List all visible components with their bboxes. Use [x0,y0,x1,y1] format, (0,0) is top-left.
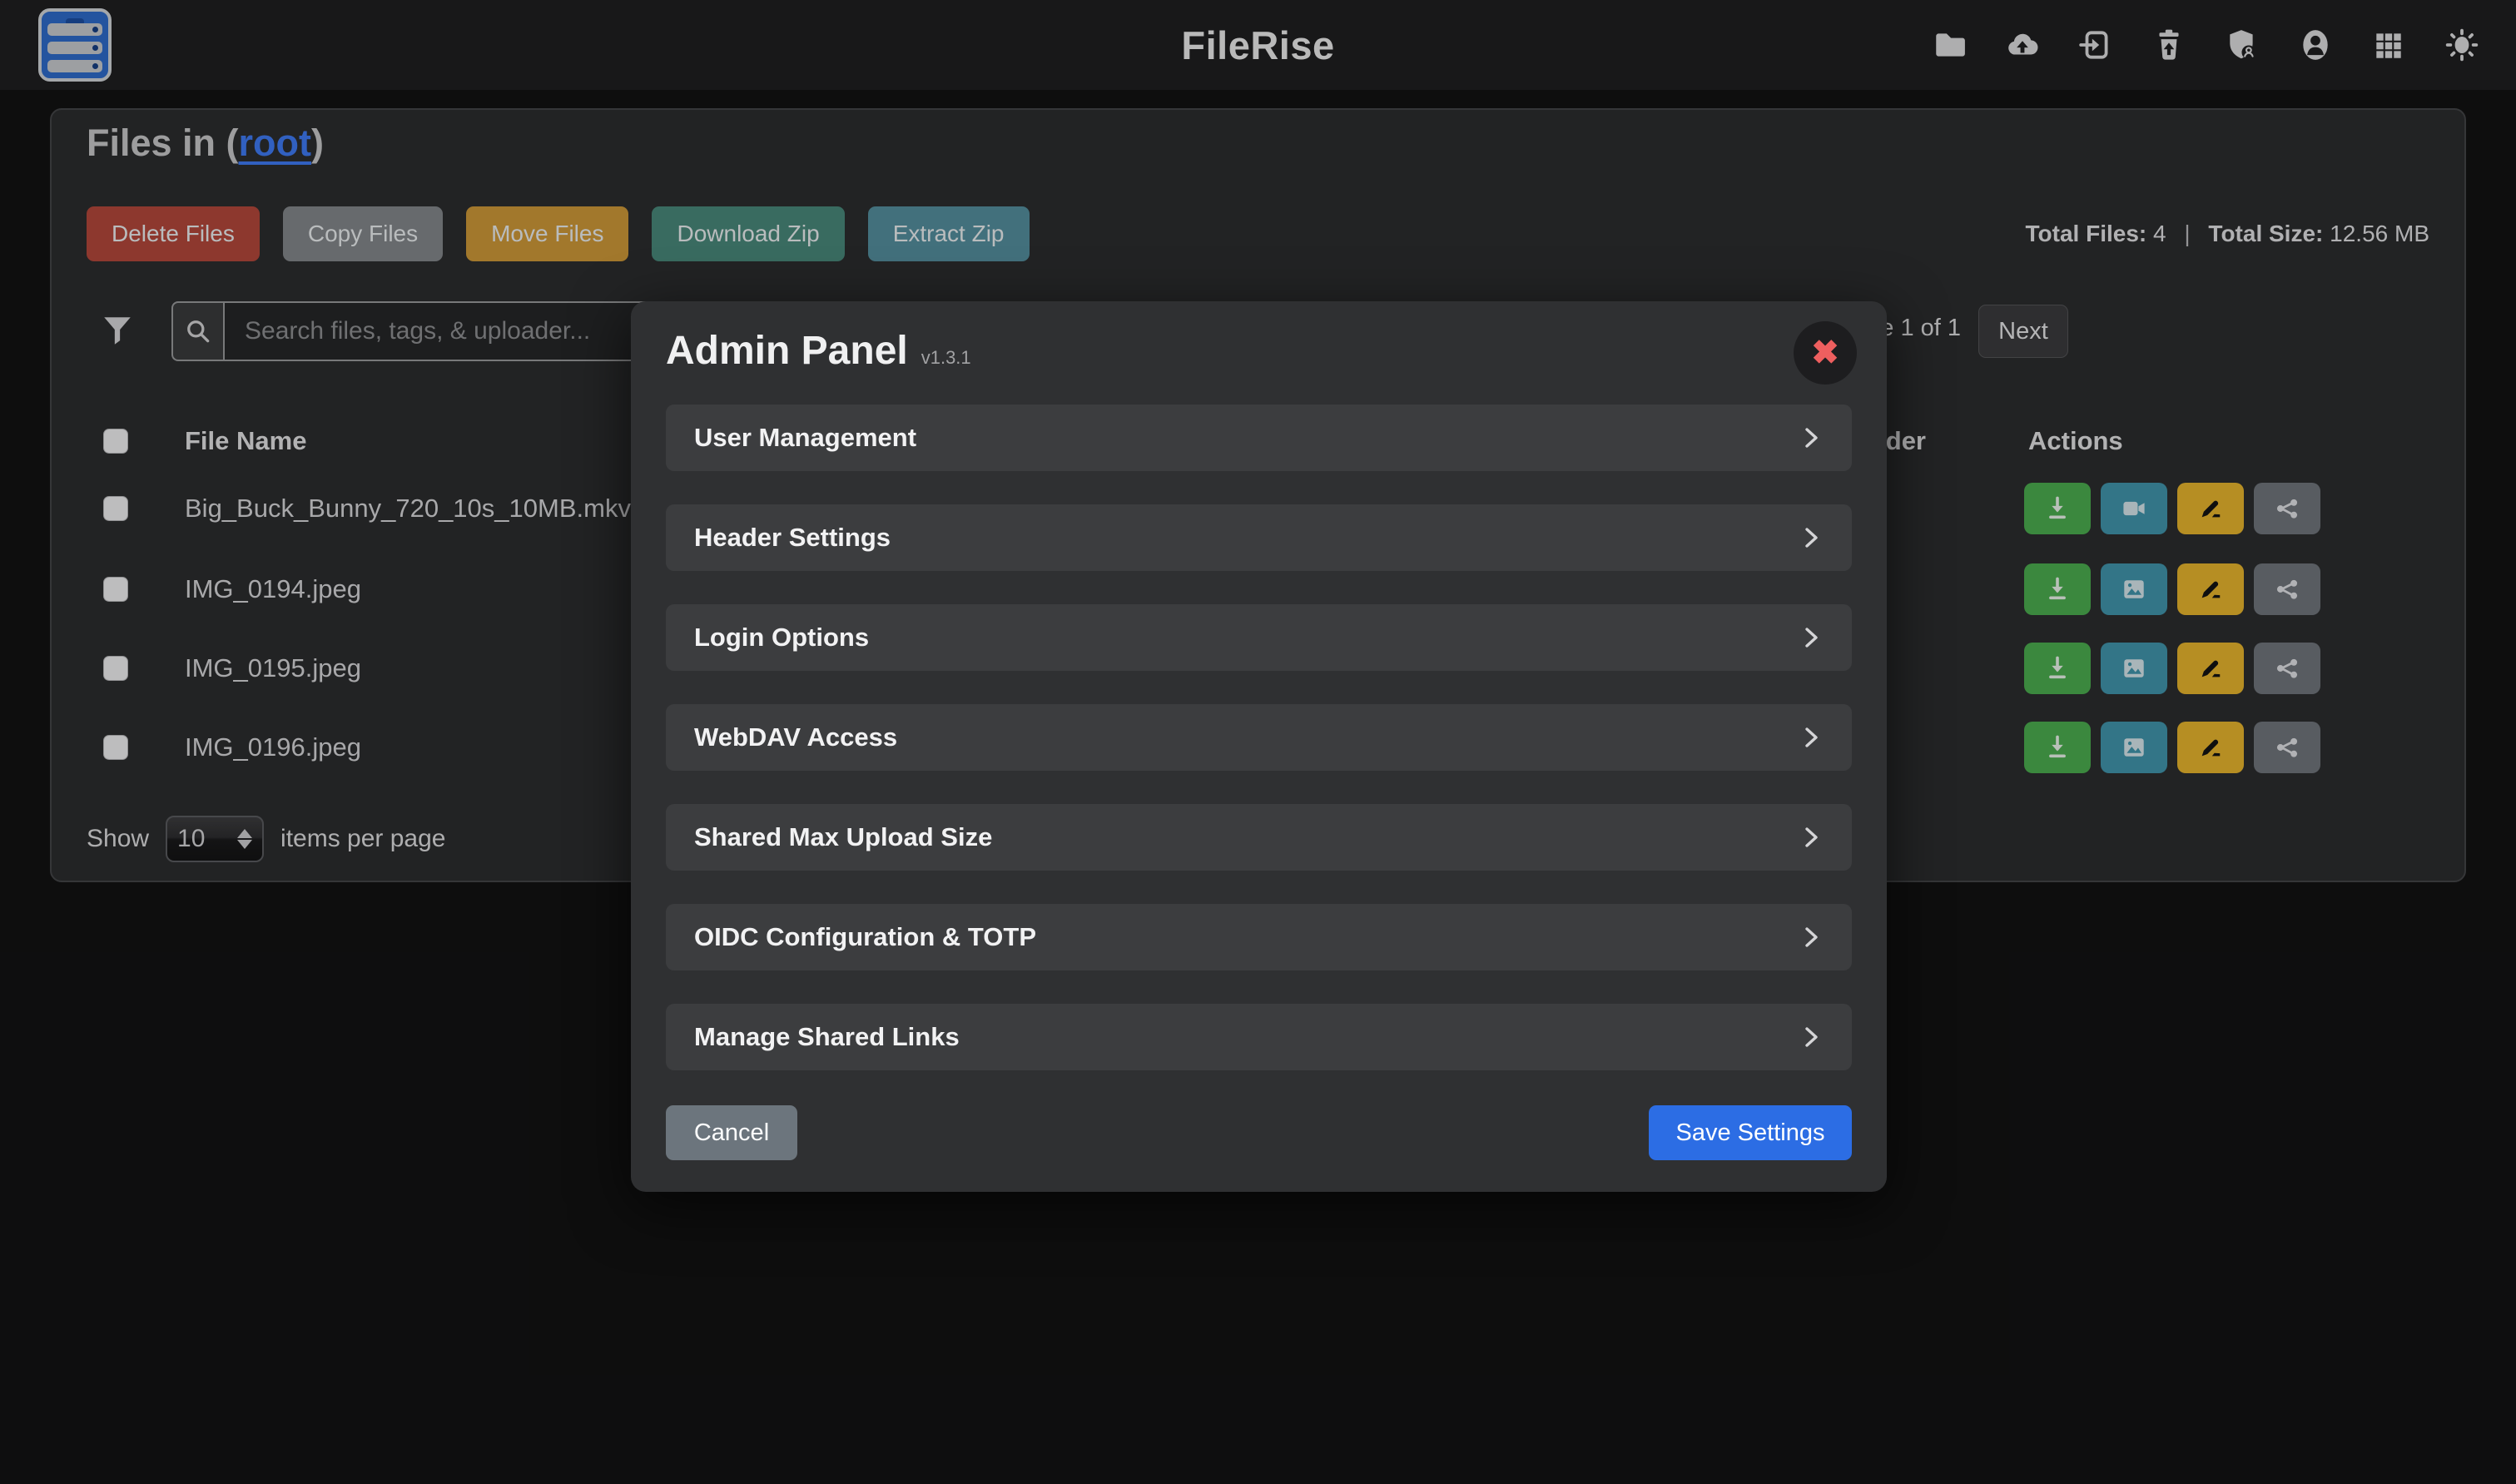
section-label: User Management [694,423,916,453]
section-webdav-access[interactable]: WebDAV Access [666,704,1852,771]
admin-panel-modal: Admin Panel v1.3.1 ✖ User Management Hea… [631,301,1887,1192]
save-settings-button[interactable]: Save Settings [1649,1105,1852,1160]
chevron-right-icon [1799,825,1824,850]
filerise-app: FileRise [0,0,2516,1484]
chevron-right-icon [1799,525,1824,550]
modal-title: Admin Panel [666,328,908,374]
modal-version: v1.3.1 [921,347,971,369]
section-label: Shared Max Upload Size [694,822,992,852]
cancel-button[interactable]: Cancel [666,1105,797,1160]
section-shared-max-upload-size[interactable]: Shared Max Upload Size [666,804,1852,871]
section-label: WebDAV Access [694,722,897,752]
section-label: Login Options [694,623,869,653]
section-label: OIDC Configuration & TOTP [694,922,1036,952]
chevron-right-icon [1799,725,1824,750]
modal-header: Admin Panel v1.3.1 [666,301,1852,371]
section-user-management[interactable]: User Management [666,405,1852,471]
section-label: Manage Shared Links [694,1022,960,1052]
section-manage-shared-links[interactable]: Manage Shared Links [666,1004,1852,1070]
chevron-right-icon [1799,625,1824,650]
close-icon[interactable]: ✖ [1794,321,1857,385]
chevron-right-icon [1799,925,1824,950]
chevron-right-icon [1799,1025,1824,1050]
modal-footer: Cancel Save Settings [666,1105,1852,1160]
section-oidc-totp[interactable]: OIDC Configuration & TOTP [666,904,1852,970]
section-label: Header Settings [694,523,891,553]
chevron-right-icon [1799,425,1824,450]
section-header-settings[interactable]: Header Settings [666,504,1852,571]
section-login-options[interactable]: Login Options [666,604,1852,671]
